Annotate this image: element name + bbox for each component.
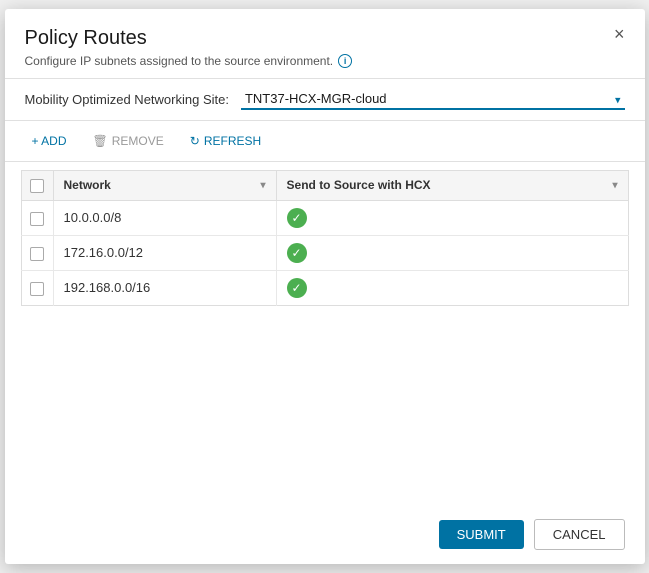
refresh-icon: ↻ bbox=[190, 134, 200, 148]
green-check-icon: ✓ bbox=[287, 208, 307, 228]
network-filter-icon[interactable]: ▾ bbox=[260, 180, 265, 191]
dialog-title: Policy Routes bbox=[25, 27, 625, 50]
toolbar: + ADD 🗑 REMOVE ↻ REFRESH bbox=[5, 121, 645, 162]
row-checkbox-cell bbox=[21, 270, 53, 305]
submit-button[interactable]: SUBMIT bbox=[439, 520, 524, 549]
row-checkbox[interactable] bbox=[30, 282, 44, 296]
green-check-icon: ✓ bbox=[287, 278, 307, 298]
add-button[interactable]: + ADD bbox=[21, 129, 78, 153]
send-cell: ✓ bbox=[276, 270, 628, 305]
policy-routes-dialog: Policy Routes Configure IP subnets assig… bbox=[5, 9, 645, 564]
col-send-header: Send to Source with HCX ▾ bbox=[276, 171, 628, 201]
table-header-row: Network ▾ Send to Source with HCX ▾ bbox=[21, 171, 628, 201]
send-filter-icon[interactable]: ▾ bbox=[612, 180, 617, 191]
dialog-footer: SUBMIT CANCEL bbox=[5, 505, 645, 564]
cancel-button[interactable]: CANCEL bbox=[534, 519, 625, 550]
network-cell: 172.16.0.0/12 bbox=[53, 235, 276, 270]
refresh-button[interactable]: ↻ REFRESH bbox=[179, 129, 272, 153]
dialog-subtitle: Configure IP subnets assigned to the sou… bbox=[25, 54, 625, 68]
table-row: 192.168.0.0/16 ✓ bbox=[21, 270, 628, 305]
header-checkbox-cell bbox=[21, 171, 53, 201]
site-select[interactable]: TNT37-HCX-MGR-cloud bbox=[241, 89, 625, 110]
table-body: 10.0.0.0/8 ✓ 172.16.0.0/12 ✓ 192.168.0.0/16 ✓ bbox=[21, 200, 628, 305]
site-label: Mobility Optimized Networking Site: bbox=[25, 92, 229, 107]
green-check-icon: ✓ bbox=[287, 243, 307, 263]
table-container: Network ▾ Send to Source with HCX ▾ 10.0… bbox=[5, 170, 645, 505]
subtitle-text: Configure IP subnets assigned to the sou… bbox=[25, 54, 334, 68]
dialog-header: Policy Routes Configure IP subnets assig… bbox=[5, 9, 645, 79]
send-cell: ✓ bbox=[276, 235, 628, 270]
remove-button[interactable]: 🗑 REMOVE bbox=[82, 129, 175, 153]
site-row: Mobility Optimized Networking Site: TNT3… bbox=[5, 79, 645, 121]
refresh-label: REFRESH bbox=[204, 134, 261, 148]
network-cell: 10.0.0.0/8 bbox=[53, 200, 276, 235]
info-icon[interactable]: i bbox=[338, 54, 352, 68]
trash-icon: 🗑 bbox=[93, 134, 108, 148]
close-button[interactable]: × bbox=[610, 23, 629, 45]
remove-label: REMOVE bbox=[112, 134, 164, 148]
row-checkbox[interactable] bbox=[30, 212, 44, 226]
site-select-wrapper: TNT37-HCX-MGR-cloud ▾ bbox=[241, 89, 625, 110]
table-row: 10.0.0.0/8 ✓ bbox=[21, 200, 628, 235]
table-row: 172.16.0.0/12 ✓ bbox=[21, 235, 628, 270]
row-checkbox-cell bbox=[21, 235, 53, 270]
routes-table: Network ▾ Send to Source with HCX ▾ 10.0… bbox=[21, 170, 629, 306]
network-cell: 192.168.0.0/16 bbox=[53, 270, 276, 305]
header-checkbox[interactable] bbox=[30, 179, 44, 193]
row-checkbox[interactable] bbox=[30, 247, 44, 261]
send-cell: ✓ bbox=[276, 200, 628, 235]
add-label: + ADD bbox=[32, 134, 67, 148]
col-network-header: Network ▾ bbox=[53, 171, 276, 201]
row-checkbox-cell bbox=[21, 200, 53, 235]
